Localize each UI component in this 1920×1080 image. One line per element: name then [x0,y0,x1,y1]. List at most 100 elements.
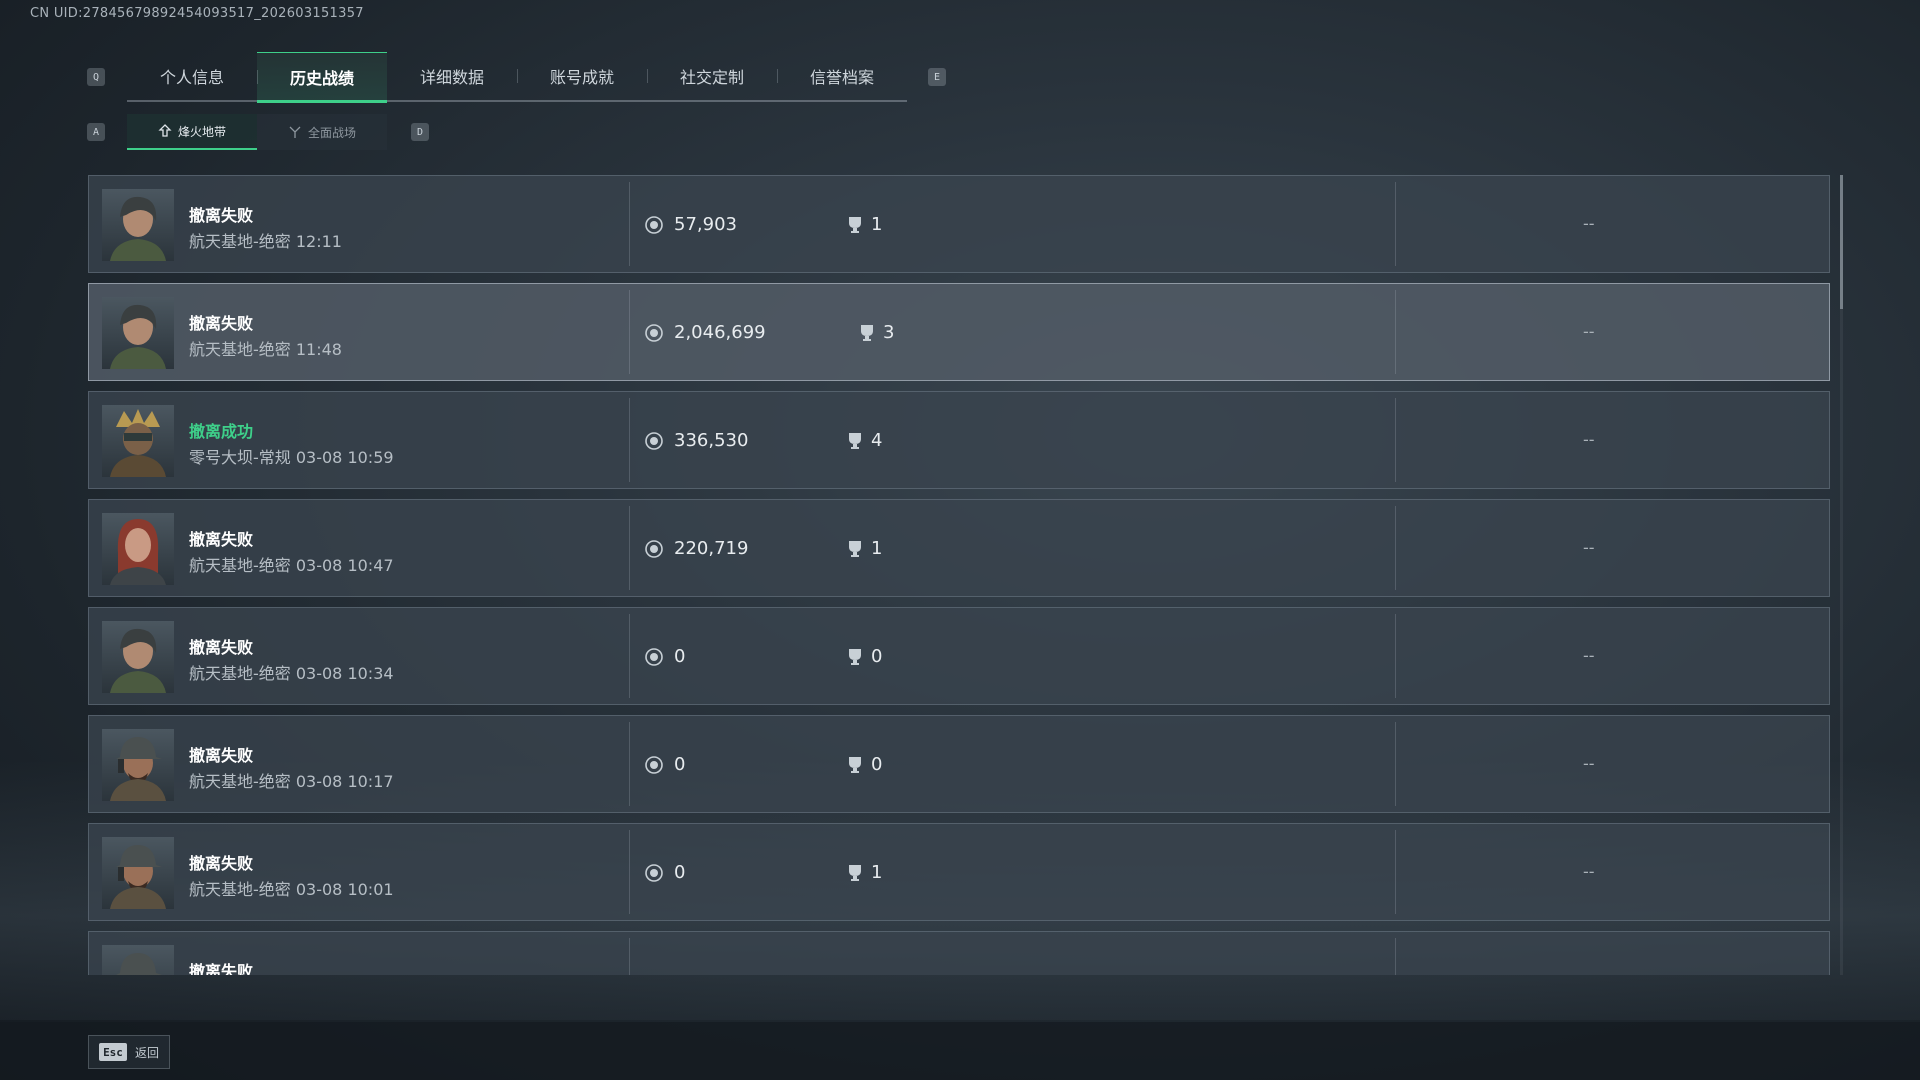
match-row[interactable]: 撤离成功 零号大坝-常规 03-08 10:59 336,530 4 -- [88,391,1830,489]
coin-icon [645,216,663,234]
tab-achievements[interactable]: 账号成就 [517,52,647,100]
kill-icon [849,649,861,665]
subtab-operations[interactable]: 烽火地带 [127,114,257,150]
match-map-time: 航天基地-绝密 03-08 10:17 [189,772,394,791]
subtab-label: 全面战场 [307,125,356,140]
kill-icon [849,217,861,233]
footer-bar [0,1022,1920,1080]
match-row[interactable]: 撤离失败 航天基地-绝密 03-08 10:34 0 0 -- [88,607,1830,705]
money-value: 0 [674,646,686,667]
match-row[interactable]: 撤离失败 航天基地-绝密 03-08 10:17 0 0 -- [88,715,1830,813]
money-value: 336,530 [674,430,749,451]
tab-personal-info[interactable]: 个人信息 [127,52,257,100]
extraction-mode-icon [158,124,172,137]
column-divider [629,830,630,914]
column-divider [629,506,630,590]
kill-count: 0 [871,754,883,775]
extraction-status: 撤离失败 [189,206,254,225]
coin-icon [645,540,663,558]
coin-icon [645,648,663,666]
match-map-time: 航天基地-绝密 03-08 10:47 [189,556,394,575]
column-divider [1395,182,1396,266]
operator-avatar [102,945,174,975]
tab-label: 信誉档案 [809,68,874,87]
tab-label: 个人信息 [159,68,224,87]
extra-value: -- [1583,430,1595,449]
tab-detailed-data[interactable]: 详细数据 [387,52,517,100]
extraction-status: 撤离失败 [189,854,254,873]
warfare-mode-icon [289,126,301,138]
column-divider [629,398,630,482]
match-row[interactable]: 撤离失败 航天基地-绝密 03-08 10:01 0 1 -- [88,823,1830,921]
extraction-status: 撤离失败 [189,530,254,549]
tab-social-custom[interactable]: 社交定制 [647,52,777,100]
tab-label: 社交定制 [679,68,744,87]
kill-icon [849,757,861,773]
kill-count: 0 [871,646,883,667]
match-map-time: 航天基地-绝密 12:11 [189,232,342,251]
column-divider [1395,398,1396,482]
column-divider [1395,722,1396,806]
tab-label: 详细数据 [419,68,484,87]
operator-avatar [102,297,174,369]
match-row[interactable]: 撤离失败 [88,931,1830,975]
extra-value: -- [1583,646,1595,665]
tab-match-history[interactable]: 历史战绩 [257,52,387,103]
main-tabs: 个人信息 历史战绩 详细数据 账号成就 社交定制 信誉档案 [127,52,907,103]
coin-icon [645,432,663,450]
coin-icon [645,324,663,342]
column-divider [1395,614,1396,698]
operator-avatar [102,405,174,477]
mode-subtabs: 烽火地带 全面战场 [127,114,387,150]
column-divider [1395,506,1396,590]
extra-value: -- [1583,862,1595,881]
extraction-status: 撤离失败 [189,746,254,765]
prev-tab-key-hint[interactable]: Q [87,68,105,86]
money-value: 57,903 [674,214,737,235]
column-divider [1395,290,1396,374]
coin-icon [645,864,663,882]
operator-avatar [102,513,174,585]
column-divider [629,722,630,806]
list-scrollbar[interactable] [1840,175,1843,975]
kill-count: 4 [871,430,883,451]
money-value: 0 [674,862,686,883]
kill-count: 1 [871,214,883,235]
next-subtab-key-hint[interactable]: D [411,123,429,141]
operator-avatar [102,621,174,693]
kill-count: 1 [871,538,883,559]
kill-icon [849,433,861,449]
extra-value: -- [1583,538,1595,557]
match-row[interactable]: 撤离失败 航天基地-绝密 03-08 10:47 220,719 1 -- [88,499,1830,597]
coin-icon [645,756,663,774]
match-row[interactable]: 撤离失败 航天基地-绝密 11:48 2,046,699 3 -- [88,283,1830,381]
extraction-status: 撤离失败 [189,314,254,333]
extra-value: -- [1583,214,1595,233]
next-tab-key-hint[interactable]: E [928,68,946,86]
column-divider [629,938,630,975]
kill-icon [849,865,861,881]
match-map-time: 零号大坝-常规 03-08 10:59 [189,448,394,467]
subtab-warfare[interactable]: 全面战场 [257,114,387,150]
extra-value: -- [1583,322,1595,341]
kill-icon [849,541,861,557]
prev-subtab-key-hint[interactable]: A [87,123,105,141]
tab-label: 历史战绩 [289,69,354,88]
money-value: 0 [674,754,686,775]
esc-key-hint: Esc [99,1043,127,1061]
operator-avatar [102,189,174,261]
kill-count: 3 [883,322,895,343]
column-divider [629,614,630,698]
column-divider [1395,830,1396,914]
kill-icon [861,325,873,341]
match-row[interactable]: 撤离失败 航天基地-绝密 12:11 57,903 1 -- [88,175,1830,273]
scrollbar-thumb[interactable] [1840,175,1843,309]
match-map-time: 航天基地-绝密 11:48 [189,340,342,359]
tab-credit-profile[interactable]: 信誉档案 [777,52,907,100]
money-value: 2,046,699 [674,322,766,343]
column-divider [1395,938,1396,975]
back-label: 返回 [135,1045,160,1060]
column-divider [629,290,630,374]
match-map-time: 航天基地-绝密 03-08 10:01 [189,880,394,899]
back-button[interactable]: Esc 返回 [88,1035,170,1069]
